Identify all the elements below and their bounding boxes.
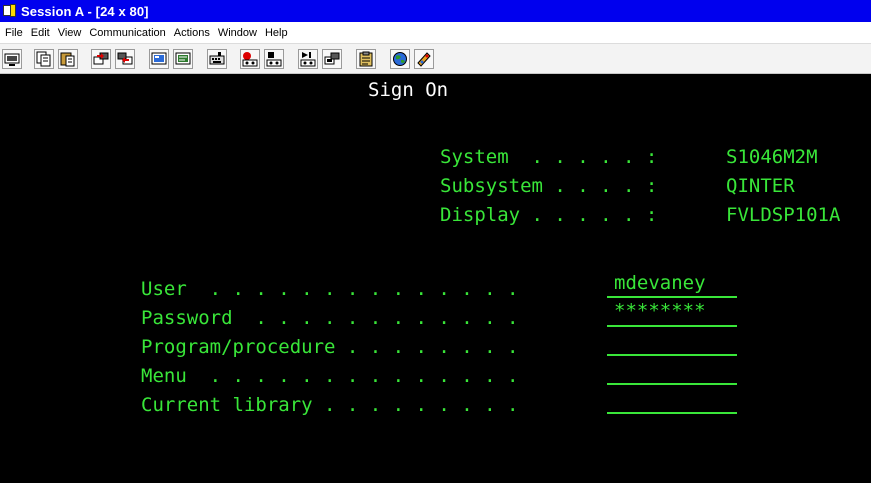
screen-icon[interactable] <box>149 49 169 69</box>
macro-icon[interactable] <box>322 49 342 69</box>
program-procedure-input[interactable] <box>614 329 738 351</box>
menu-edit[interactable]: Edit <box>31 27 50 39</box>
subsystem-label: Subsystem . . . . : <box>440 175 658 197</box>
user-input[interactable]: mdevaney <box>614 272 706 294</box>
clipboard-icon[interactable] <box>356 49 376 69</box>
menu-actions[interactable]: Actions <box>174 27 210 39</box>
display-icon[interactable] <box>2 49 22 69</box>
current-library-input-underline <box>607 412 737 414</box>
current-library-input[interactable] <box>614 387 738 409</box>
display-value: FVLDSP101A <box>726 204 841 226</box>
globe-icon[interactable] <box>390 49 410 69</box>
display-label: Display . . . . . : <box>440 204 658 226</box>
receive-icon[interactable] <box>115 49 135 69</box>
terminal-screen[interactable]: Sign On System . . . . . : S1046M2M Subs… <box>0 75 871 483</box>
current-library-label: Current library . . . . . . . . . <box>141 394 519 416</box>
password-input-underline <box>607 325 737 327</box>
copy-icon[interactable] <box>34 49 54 69</box>
subsystem-value: QINTER <box>726 175 795 197</box>
record-macro-icon[interactable] <box>240 49 260 69</box>
menu-bar: File Edit View Communication Actions Win… <box>0 22 871 43</box>
program-procedure-input-underline <box>607 354 737 356</box>
user-label: User . . . . . . . . . . . . . . <box>141 278 519 300</box>
user-input-underline <box>607 296 737 298</box>
menu-view[interactable]: View <box>58 27 82 39</box>
menu-label: Menu . . . . . . . . . . . . . . <box>141 365 519 387</box>
password-label: Password . . . . . . . . . . . . <box>141 307 519 329</box>
menu-window[interactable]: Window <box>218 27 257 39</box>
session-icon[interactable] <box>2 3 18 19</box>
stop-macro-icon[interactable] <box>264 49 284 69</box>
paste-icon[interactable] <box>58 49 78 69</box>
menu-communication[interactable]: Communication <box>89 27 165 39</box>
screen-heading: Sign On <box>368 79 449 101</box>
screen-alt-icon[interactable] <box>173 49 193 69</box>
password-input[interactable]: ******** <box>614 300 706 322</box>
program-procedure-label: Program/procedure . . . . . . . . <box>141 336 519 358</box>
menu-help[interactable]: Help <box>265 27 288 39</box>
menu-input-underline <box>607 383 737 385</box>
system-label: System . . . . . : <box>440 146 658 168</box>
window-title: Session A - [24 x 80] <box>21 3 149 19</box>
play-macro-icon[interactable] <box>298 49 318 69</box>
send-icon[interactable] <box>91 49 111 69</box>
keyboard-icon[interactable] <box>207 49 227 69</box>
menu-input[interactable] <box>614 358 738 380</box>
menu-file[interactable]: File <box>5 27 23 39</box>
title-bar: Session A - [24 x 80] <box>0 0 871 22</box>
toolbar <box>0 43 871 74</box>
help-icon[interactable] <box>414 49 434 69</box>
system-value: S1046M2M <box>726 146 818 168</box>
